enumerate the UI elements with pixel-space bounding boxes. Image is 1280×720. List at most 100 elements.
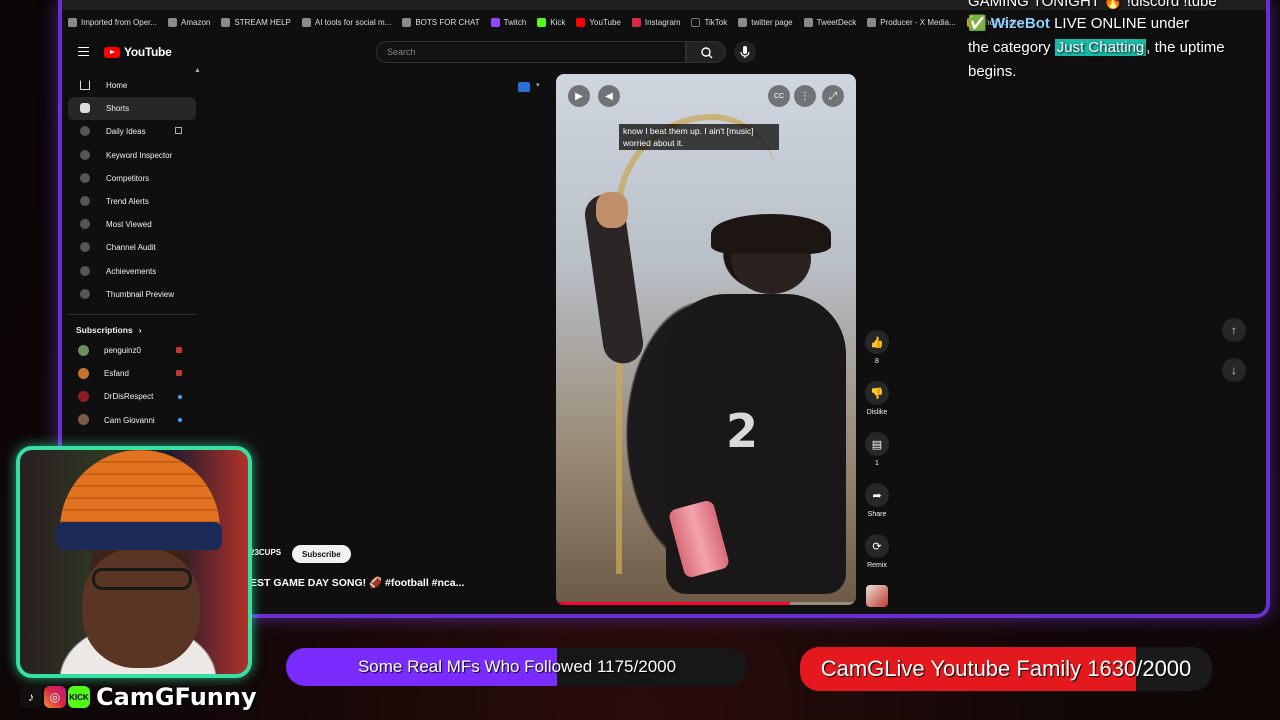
share-icon: ➦ (865, 483, 889, 507)
volume-button[interactable]: ◀ (598, 85, 620, 107)
vidiq-icon (80, 172, 90, 183)
bookmark-item[interactable]: Imported from Oper... (68, 17, 157, 27)
bookmark-item[interactable]: AI tools for social m... (301, 17, 391, 27)
sidebar-item-keyword-inspector[interactable]: Keyword Inspector (68, 144, 196, 167)
subscription-item[interactable]: DrDisRespect (68, 385, 196, 408)
subscribe-button[interactable]: Subscribe (292, 545, 351, 563)
home-icon (80, 80, 90, 90)
vidiq-icon (80, 149, 90, 160)
like-button[interactable]: 👍 8 (862, 330, 892, 381)
shorts-action-bar: 👍 8 👎 Dislike ▤ 1 ➦ Share ⟳ Remix (862, 330, 892, 607)
vidiq-icon (80, 288, 90, 299)
sidebar-item-home[interactable]: Home (68, 74, 196, 97)
jersey-number: 2 (726, 404, 759, 458)
more-options-button[interactable]: ⋮ (794, 85, 816, 107)
avatar (78, 344, 89, 356)
new-content-dot-icon (178, 418, 182, 423)
channel-name[interactable]: 23CUPS (250, 548, 281, 557)
sidebar-item-channel-audit[interactable]: Channel Audit (68, 236, 196, 259)
fullscreen-button[interactable]: ⤢ (822, 85, 844, 107)
comments-button[interactable]: ▤ 1 (862, 432, 892, 483)
shorts-video-player[interactable]: 2 ▶ ◀ CC ⋮ ⤢ know I beat them up. I ain'… (556, 74, 856, 605)
vidiq-icon (80, 126, 90, 137)
sound-avatar[interactable] (866, 585, 888, 607)
collapse-caret-icon[interactable]: ▲ (194, 67, 201, 74)
bookmark-item[interactable]: BOTS FOR CHAT (402, 17, 480, 27)
subscription-item[interactable]: Esfand (68, 362, 196, 385)
streamer-beanie-band (56, 522, 222, 550)
avatar (78, 391, 89, 403)
bookmark-item[interactable]: Kick (537, 17, 565, 27)
dislike-button[interactable]: 👎 Dislike (862, 381, 892, 432)
bookmark-item[interactable]: TweetDeck (803, 17, 856, 27)
remix-button[interactable]: ⟳ Remix (862, 534, 892, 585)
comment-icon: ▤ (865, 432, 889, 456)
video-progress-bar[interactable] (556, 602, 856, 605)
sidebar-item-daily-ideas[interactable]: Daily Ideas (68, 120, 196, 143)
fullscreen-icon: ⤢ (829, 90, 837, 102)
sidebar-item-thumbnail-preview[interactable]: Thumbnail Preview (68, 283, 196, 306)
search-icon (701, 47, 713, 59)
bookmark-item[interactable]: TikTok (691, 17, 727, 27)
subscriptions-header[interactable]: Subscriptions › (68, 321, 196, 339)
video-person-hand (596, 192, 628, 228)
menu-icon[interactable] (78, 47, 89, 56)
arrow-down-icon: ↓ (1231, 363, 1237, 377)
sidebar-item-shorts[interactable]: Shorts (68, 97, 196, 121)
bookmark-item[interactable]: Twitch (490, 17, 526, 27)
thumbs-up-icon: 👍 (865, 330, 889, 354)
remix-icon: ⟳ (865, 534, 889, 558)
short-title[interactable]: EST GAME DAY SONG! 🏈 #football #nca... (250, 576, 464, 589)
sidebar-item-competitors[interactable]: Competitors (68, 167, 196, 190)
social-handle-row: ♪ ◎ KICK CamGFunny (20, 680, 257, 714)
volume-icon: ◀ (605, 90, 613, 102)
captions-button[interactable]: CC (768, 85, 790, 107)
wizebot-icon: ✅ (968, 15, 987, 32)
bookmark-item[interactable]: Producer - X Media... (867, 17, 956, 27)
vidiq-icon (80, 219, 90, 230)
previous-short-button[interactable]: ↑ (1222, 318, 1246, 342)
external-link-icon (175, 127, 182, 135)
share-button[interactable]: ➦ Share (862, 483, 892, 534)
vidiq-icon (80, 195, 90, 206)
streamer-glasses (92, 568, 192, 590)
video-caption: know I beat them up. I ain't [music] wor… (619, 124, 779, 150)
live-indicator-icon (176, 370, 182, 377)
video-cowboy-hat (711, 214, 831, 254)
search-input[interactable]: Search (376, 41, 686, 63)
stream-ticker: GAMING TONIGHT 🔥 !discord !tube (968, 0, 1217, 10)
bookmark-item[interactable]: YouTube (576, 17, 621, 27)
subscription-item[interactable]: Cam Giovanni (68, 408, 196, 431)
extension-icon[interactable] (518, 82, 530, 92)
bookmark-item[interactable]: Amazon (168, 17, 210, 27)
subscription-item[interactable]: penguinz0 (68, 339, 196, 362)
avatar (78, 368, 89, 380)
sidebar-divider (68, 313, 196, 315)
search-button[interactable] (686, 41, 726, 63)
voice-search-button[interactable] (734, 41, 756, 63)
sidebar-item-trend-alerts[interactable]: Trend Alerts (68, 190, 196, 213)
avatar (78, 414, 89, 426)
follower-goal-bar: Some Real MFs Who Followed 1175/2000 (286, 648, 748, 686)
youtube-play-icon (104, 46, 120, 58)
bookmark-item[interactable]: STREAM HELP (221, 17, 291, 27)
chevron-down-icon[interactable]: ▾ (536, 81, 540, 89)
category-chip: Just Chatting (1054, 39, 1147, 56)
webcam-feed (16, 446, 252, 678)
youtube-logo[interactable]: YouTube (104, 45, 172, 59)
streamer-face (82, 548, 200, 668)
closed-captions-icon: CC (773, 92, 785, 100)
bookmark-item[interactable]: twitter page (738, 17, 793, 27)
bot-name: WizeBot (990, 15, 1050, 32)
microphone-icon (740, 46, 750, 58)
more-vertical-icon: ⋮ (800, 90, 810, 102)
vidiq-icon (80, 265, 90, 276)
chevron-right-icon: › (138, 324, 142, 335)
sidebar: Home Shorts Daily Ideas Keyword Inspecto… (68, 74, 196, 432)
next-short-button[interactable]: ↓ (1222, 358, 1246, 382)
sidebar-item-most-viewed[interactable]: Most Viewed (68, 213, 196, 236)
play-button[interactable]: ▶ (568, 85, 590, 107)
sidebar-item-achievements[interactable]: Achievements (68, 260, 196, 283)
bookmark-item[interactable]: Instagram (631, 17, 680, 27)
video-progress-fill (556, 602, 790, 605)
